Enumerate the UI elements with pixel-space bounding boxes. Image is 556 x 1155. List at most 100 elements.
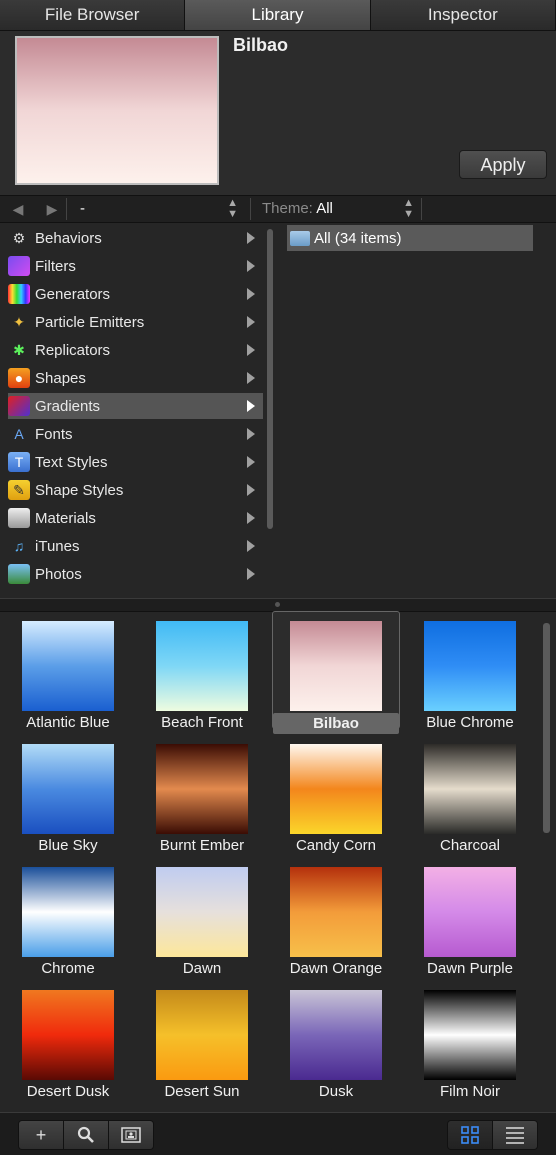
disclosure-arrow-icon[interactable] bbox=[247, 400, 255, 412]
gradient-item-charcoal[interactable]: Charcoal bbox=[406, 734, 534, 854]
gradient-label: Dawn Purple bbox=[427, 960, 513, 977]
gear-icon: ⚙ bbox=[12, 229, 26, 246]
grid-view-icon[interactable] bbox=[448, 1121, 493, 1149]
disclosure-arrow-icon[interactable] bbox=[247, 540, 255, 552]
divider bbox=[66, 198, 67, 220]
disclosure-arrow-icon[interactable] bbox=[247, 344, 255, 356]
gradient-thumbnail bbox=[156, 744, 248, 834]
category-list: ⚙ Behaviors Filters Generators ✦ Particle Emi… bbox=[0, 223, 278, 597]
category-gradients[interactable]: Gradients bbox=[8, 393, 263, 419]
theme-value: All bbox=[316, 200, 333, 217]
gradient-thumbnail bbox=[290, 744, 382, 834]
gradient-item-film-noir[interactable]: Film Noir bbox=[406, 980, 534, 1100]
disclosure-arrow-icon[interactable] bbox=[247, 372, 255, 384]
gradient-item-dawn[interactable]: Dawn bbox=[138, 857, 266, 977]
category-photos[interactable]: Photos bbox=[8, 561, 263, 587]
category-label: Shapes bbox=[35, 369, 86, 387]
gradient-item-dawn-purple[interactable]: Dawn Purple bbox=[406, 857, 534, 977]
category-text-styles[interactable]: T Text Styles bbox=[8, 449, 263, 475]
gradient-item-candy-corn[interactable]: Candy Corn bbox=[272, 734, 400, 854]
category-label: iTunes bbox=[35, 537, 80, 555]
category-particle-emitters[interactable]: ✦ Particle Emitters bbox=[8, 309, 263, 335]
category-behaviors[interactable]: ⚙ Behaviors bbox=[8, 225, 263, 251]
category-label: Behaviors bbox=[35, 229, 102, 247]
disclosure-arrow-icon[interactable] bbox=[247, 316, 255, 328]
gradient-item-desert-dusk[interactable]: Desert Dusk bbox=[4, 980, 132, 1100]
gradient-item-blue-sky[interactable]: Blue Sky bbox=[4, 734, 132, 854]
gradient-label: Film Noir bbox=[440, 1083, 500, 1100]
folder-icon bbox=[290, 230, 310, 246]
preview-icon[interactable] bbox=[109, 1121, 153, 1149]
disclosure-arrow-icon[interactable] bbox=[247, 568, 255, 580]
category-replicators[interactable]: ✱ Replicators bbox=[8, 337, 263, 363]
photos-icon bbox=[8, 564, 30, 584]
gradient-item-bilbao[interactable]: Bilbao bbox=[272, 611, 400, 734]
path-popup[interactable]: - ▲ ▼ bbox=[72, 198, 244, 220]
gradient-label: Bilbao bbox=[273, 713, 399, 734]
disclosure-arrow-icon[interactable] bbox=[247, 484, 255, 496]
gradient-thumbnail bbox=[290, 990, 382, 1080]
shapes-icon: ● bbox=[8, 368, 30, 388]
category-fonts[interactable]: A Fonts bbox=[8, 421, 263, 447]
gradient-label: Blue Chrome bbox=[426, 714, 514, 731]
action-button-group: + bbox=[18, 1120, 154, 1150]
gradient-item-burnt-ember[interactable]: Burnt Ember bbox=[138, 734, 266, 854]
category-label: Materials bbox=[35, 509, 96, 527]
theme-label: Theme: bbox=[262, 200, 313, 217]
gradient-thumbnail bbox=[156, 621, 248, 711]
category-itunes[interactable]: ♫ iTunes bbox=[8, 533, 263, 559]
disclosure-arrow-icon[interactable] bbox=[247, 232, 255, 244]
preview-swatch bbox=[15, 36, 219, 185]
tab-library[interactable]: Library bbox=[185, 0, 371, 30]
category-scrollbar[interactable] bbox=[267, 229, 273, 529]
category-shapes[interactable]: ● Shapes bbox=[8, 365, 263, 391]
split-divider[interactable] bbox=[0, 598, 556, 612]
gradient-item-chrome[interactable]: Chrome bbox=[4, 857, 132, 977]
theme-popup[interactable]: Theme: All ▲ ▼ bbox=[254, 198, 420, 220]
gradient-label: Dawn bbox=[182, 960, 222, 977]
preview-title: Bilbao bbox=[233, 35, 289, 55]
category-generators[interactable]: Generators bbox=[8, 281, 263, 307]
category-filters[interactable]: Filters bbox=[8, 253, 263, 279]
filters-icon bbox=[8, 256, 30, 276]
tab-inspector[interactable]: Inspector bbox=[370, 0, 556, 30]
back-arrow-icon[interactable]: ◀ bbox=[4, 196, 32, 222]
tab-file-browser[interactable]: File Browser bbox=[0, 0, 186, 30]
category-label: Text Styles bbox=[35, 453, 108, 471]
add-icon[interactable]: + bbox=[19, 1121, 64, 1149]
gradient-item-desert-sun[interactable]: Desert Sun bbox=[138, 980, 266, 1100]
list-view-icon[interactable] bbox=[493, 1121, 537, 1149]
gradient-thumbnail bbox=[290, 621, 382, 711]
disclosure-arrow-icon[interactable] bbox=[247, 456, 255, 468]
tab-bar: File Browser Library Inspector bbox=[0, 0, 556, 31]
category-label: Shape Styles bbox=[35, 481, 124, 499]
forward-arrow-icon[interactable]: ▶ bbox=[38, 196, 66, 222]
disclosure-arrow-icon[interactable] bbox=[247, 512, 255, 524]
gradient-grid: Atlantic Blue Beach Front Bilbao Blue Chrom… bbox=[0, 611, 540, 1111]
category-label: Filters bbox=[35, 257, 76, 275]
disclosure-arrow-icon[interactable] bbox=[247, 428, 255, 440]
disclosure-arrow-icon[interactable] bbox=[247, 288, 255, 300]
search-icon[interactable] bbox=[64, 1121, 109, 1149]
grid-scrollbar[interactable] bbox=[543, 623, 550, 833]
category-label: Particle Emitters bbox=[35, 313, 145, 331]
category-label: Fonts bbox=[35, 425, 73, 443]
gradient-item-beach-front[interactable]: Beach Front bbox=[138, 611, 266, 731]
gradient-item-blue-chrome[interactable]: Blue Chrome bbox=[406, 611, 534, 731]
gradient-label: Burnt Ember bbox=[159, 837, 245, 854]
disclosure-arrow-icon[interactable] bbox=[247, 260, 255, 272]
gradient-item-atlantic-blue[interactable]: Atlantic Blue bbox=[4, 611, 132, 731]
gradient-item-dawn-orange[interactable]: Dawn Orange bbox=[272, 857, 400, 977]
category-materials[interactable]: Materials bbox=[8, 505, 263, 531]
category-label: Gradients bbox=[35, 397, 101, 415]
up-down-arrows-icon: ▲ ▼ bbox=[227, 197, 238, 220]
generators-icon bbox=[8, 284, 30, 304]
gradient-label: Dusk bbox=[318, 1083, 354, 1100]
apply-button[interactable]: Apply bbox=[459, 150, 547, 179]
category-shape-styles[interactable]: ✎ Shape Styles bbox=[8, 477, 263, 503]
gradient-item-dusk[interactable]: Dusk bbox=[272, 980, 400, 1100]
replicators-icon: ✱ bbox=[13, 341, 25, 358]
folder-item-all[interactable]: All (34 items) bbox=[287, 225, 533, 251]
preview-area: Bilbao Apply bbox=[0, 31, 556, 196]
shape-styles-icon: ✎ bbox=[8, 480, 30, 500]
